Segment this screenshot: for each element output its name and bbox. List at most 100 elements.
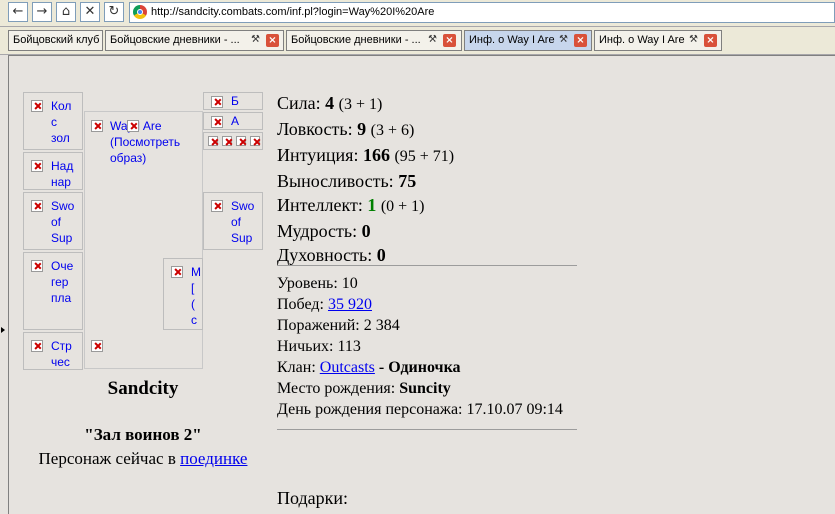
- info-value: 10: [341, 275, 358, 292]
- pin-icon[interactable]: ⚒: [557, 34, 570, 46]
- stat-value: 0: [361, 221, 371, 241]
- stat-value: 166: [362, 145, 390, 165]
- stat-wisdom: Мудрость: 0: [277, 219, 454, 243]
- status-line: Персонаж сейчас в поединке: [23, 449, 263, 469]
- location-name: "Зал воинов 2": [84, 425, 202, 444]
- equipment-slot-armor[interactable]: Оче гер пла: [23, 252, 83, 330]
- broken-image-icon: [222, 136, 232, 146]
- pin-icon[interactable]: ⚒: [426, 34, 439, 46]
- tab-diaries-2[interactable]: Бойцовские дневники - ... ⚒ ×: [286, 30, 462, 51]
- broken-image-icon: [211, 116, 223, 128]
- stat-label: Духовность:: [277, 245, 373, 265]
- stat-strength: Сила: 4 (3 + 1): [277, 91, 454, 117]
- back-arrow-icon[interactable]: ←: [8, 2, 28, 22]
- stat-label: Выносливость:: [277, 171, 394, 191]
- character-portrait[interactable]: Way I Are (Посмотреть образ): [84, 111, 203, 369]
- url-text: http://sandcity.combats.com/inf.pl?login…: [151, 6, 435, 18]
- stat-label: Ловкость:: [277, 119, 353, 139]
- info-birthday: День рождения персонажа: 17.10.07 09:14: [277, 399, 563, 420]
- clan-separator: -: [378, 359, 385, 376]
- slot-alt-text: Swo of Sup: [51, 199, 75, 245]
- broken-image-icon: [31, 160, 43, 172]
- tab-label: Бойцовские дневники - ...: [291, 34, 421, 46]
- battle-link[interactable]: поединке: [180, 449, 247, 468]
- info-draws: Ничьих: 113: [277, 336, 563, 357]
- info-value: 17.10.07 09:14: [466, 401, 563, 418]
- stop-icon[interactable]: ✕: [80, 2, 100, 22]
- forward-arrow-icon[interactable]: →: [32, 2, 52, 22]
- info-label: Место рождения:: [277, 380, 396, 397]
- info-label: Побед:: [277, 296, 324, 313]
- tab-info-active[interactable]: Инф. о Way I Are ⚒ ×: [464, 30, 592, 51]
- slot-alt-text: Над нар: [51, 159, 74, 189]
- stat-detail: (3 + 6): [370, 122, 415, 139]
- stat-label: Сила:: [277, 93, 321, 113]
- reload-icon[interactable]: ↻: [104, 2, 124, 22]
- equipment-slot-belt[interactable]: Стр чес: [23, 332, 83, 370]
- close-icon[interactable]: ×: [574, 34, 587, 47]
- gifts-heading: Подарки:: [277, 488, 349, 508]
- tab-bar: Бойцовский клуб Бойцовские дневники - ..…: [0, 27, 835, 55]
- info-level: Уровень: 10: [277, 273, 563, 294]
- equipment-slot-necklace[interactable]: Кол с зол: [23, 92, 83, 150]
- wins-link[interactable]: 35 920: [328, 296, 372, 313]
- info-value: Suncity: [399, 380, 451, 397]
- info-label: Клан:: [277, 359, 316, 376]
- info-label: Ничьих:: [277, 338, 334, 355]
- equipment-slot-offhand[interactable]: Swo of Sup: [203, 192, 263, 250]
- info-wins: Побед: 35 920: [277, 294, 563, 315]
- equipment-slot-rings[interactable]: [203, 132, 263, 150]
- clan-link[interactable]: Outcasts: [320, 359, 375, 376]
- close-icon[interactable]: ×: [443, 34, 456, 47]
- equipment-slot-shoulder[interactable]: Над нар: [23, 152, 83, 190]
- tab-label: Инф. о Way I Are: [599, 34, 685, 46]
- info-label: День рождения персонажа:: [277, 401, 463, 418]
- broken-image-icon: [127, 120, 139, 132]
- city-name: Sandcity: [107, 378, 179, 399]
- broken-image-icon: [31, 260, 43, 272]
- portrait-alt-text: Way I Are (Посмотреть образ): [110, 119, 181, 165]
- info-value: 2 384: [363, 317, 400, 334]
- stat-intuition: Интуиция: 166 (95 + 71): [277, 143, 454, 169]
- tab-label: Инф. о Way I Are: [469, 34, 555, 46]
- equipment-slot-bracers[interactable]: А: [203, 112, 263, 130]
- divider: [277, 265, 577, 266]
- tab-diaries-1[interactable]: Бойцовские дневники - ... ⚒ ×: [105, 30, 284, 51]
- character-info: Уровень: 10 Побед: 35 920 Поражений: 2 3…: [277, 273, 563, 420]
- equipment-slot-boots[interactable]: М [ ( с: [163, 258, 203, 330]
- broken-image-icon: [31, 340, 43, 352]
- browser-logo-icon: [133, 5, 147, 19]
- equipment-slot-weapon[interactable]: Swo of Sup: [23, 192, 83, 250]
- tab-info[interactable]: Инф. о Way I Are ⚒ ×: [594, 30, 722, 51]
- info-label: Поражений:: [277, 317, 360, 334]
- stat-detail: (0 + 1): [380, 198, 425, 215]
- url-field[interactable]: http://sandcity.combats.com/inf.pl?login…: [129, 2, 835, 23]
- scroll-marker-icon: [1, 327, 5, 333]
- pin-icon[interactable]: ⚒: [687, 34, 700, 46]
- broken-image-icon: [91, 120, 103, 132]
- tab-fight-club[interactable]: Бойцовский клуб: [8, 30, 103, 51]
- broken-image-icon: [171, 266, 183, 278]
- pin-icon[interactable]: ⚒: [249, 34, 262, 46]
- slot-alt-text: Стр чес: [51, 339, 72, 369]
- slot-alt-text: А: [231, 114, 240, 128]
- broken-image-icon: [236, 136, 246, 146]
- info-value: 113: [337, 338, 361, 355]
- stat-value: 1: [367, 195, 377, 215]
- info-clan: Клан: Outcasts - Одиночка: [277, 357, 563, 378]
- stat-value: 4: [325, 93, 335, 113]
- close-icon[interactable]: ×: [704, 34, 717, 47]
- tab-label: Бойцовский клуб: [13, 34, 100, 46]
- stat-value: 0: [376, 245, 386, 265]
- stat-label: Интеллект:: [277, 195, 363, 215]
- equipment-slot-helmet[interactable]: Б: [203, 92, 263, 110]
- broken-image-icon: [31, 100, 43, 112]
- home-icon[interactable]: ⌂: [56, 2, 76, 22]
- broken-image-icon: [208, 136, 218, 146]
- slot-alt-text: Кол с зол: [51, 99, 72, 145]
- slot-alt-text: Оче гер пла: [51, 259, 74, 305]
- stat-detail: (3 + 1): [338, 96, 383, 113]
- close-icon[interactable]: ×: [266, 34, 279, 47]
- slot-alt-text: М [ ( с: [191, 265, 201, 327]
- stat-label: Мудрость:: [277, 221, 358, 241]
